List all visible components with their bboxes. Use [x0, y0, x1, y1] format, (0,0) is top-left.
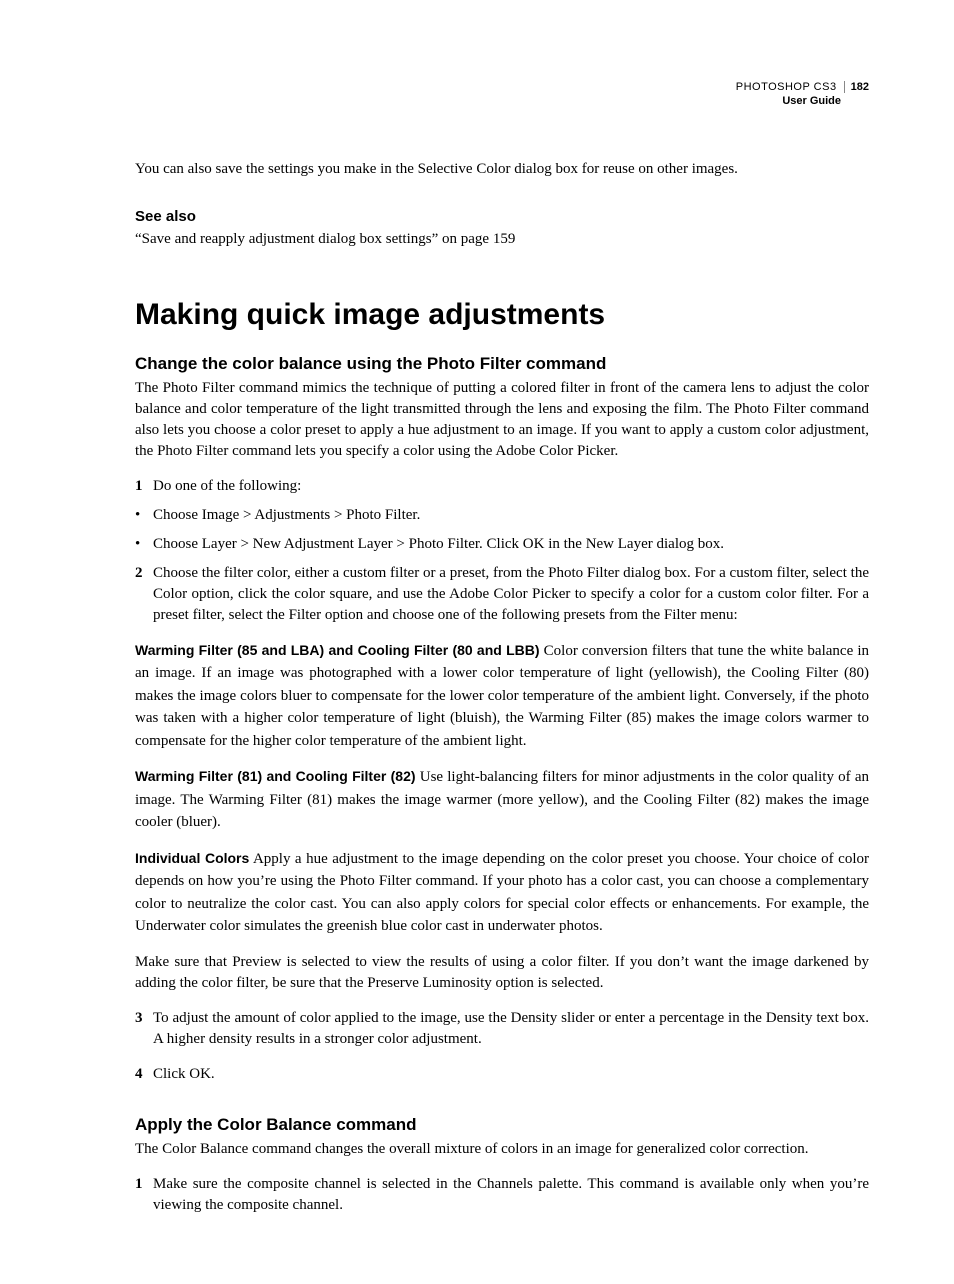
step-text: Do one of the following: [153, 476, 869, 497]
term-label: Individual Colors [135, 850, 249, 866]
step-text: Choose the filter color, either a custom… [153, 563, 869, 626]
term-warming-81: Warming Filter (81) and Cooling Filter (… [135, 766, 869, 834]
see-also-heading: See also [135, 208, 869, 225]
subsection-heading-photo-filter: Change the color balance using the Photo… [135, 354, 869, 374]
term-individual-colors: Individual Colors Apply a hue adjustment… [135, 848, 869, 938]
step-marker: 1 [135, 476, 153, 497]
step-4: 4 Click OK. [135, 1064, 869, 1085]
bullet-marker: • [135, 534, 153, 555]
step-marker: 3 [135, 1008, 153, 1050]
step-2: 2 Choose the filter color, either a cust… [135, 563, 869, 626]
bullet-text: Choose Image > Adjustments > Photo Filte… [153, 505, 869, 526]
bullet-item: • Choose Layer > New Adjustment Layer > … [135, 534, 869, 555]
cb-step-1: 1 Make sure the composite channel is sel… [135, 1174, 869, 1216]
step-text: Click OK. [153, 1064, 869, 1085]
step-3: 3 To adjust the amount of color applied … [135, 1008, 869, 1050]
step-1: 1 Do one of the following: [135, 476, 869, 497]
step-marker: 2 [135, 563, 153, 626]
page-number: 182 [844, 81, 869, 93]
subsection-heading-color-balance: Apply the Color Balance command [135, 1115, 869, 1135]
step-text: Make sure the composite channel is selec… [153, 1174, 869, 1216]
header-subtitle: User Guide [135, 94, 869, 108]
bullet-item: • Choose Image > Adjustments > Photo Fil… [135, 505, 869, 526]
term-label: Warming Filter (85 and LBA) and Cooling … [135, 642, 540, 658]
header-line-1: PHOTOSHOP CS3 182 [736, 80, 869, 94]
step-marker: 4 [135, 1064, 153, 1085]
document-page: PHOTOSHOP CS3 182 User Guide You can als… [0, 0, 954, 1284]
term-label: Warming Filter (81) and Cooling Filter (… [135, 768, 416, 784]
preview-note: Make sure that Preview is selected to vi… [135, 952, 869, 994]
step-marker: 1 [135, 1174, 153, 1216]
section-title: Making quick image adjustments [135, 298, 869, 332]
step-text: To adjust the amount of color applied to… [153, 1008, 869, 1050]
bullet-text: Choose Layer > New Adjustment Layer > Ph… [153, 534, 869, 555]
see-also-link[interactable]: “Save and reapply adjustment dialog box … [135, 229, 869, 250]
color-balance-intro: The Color Balance command changes the ov… [135, 1139, 869, 1160]
page-header: PHOTOSHOP CS3 182 User Guide [135, 80, 869, 109]
bullet-marker: • [135, 505, 153, 526]
term-warming-85: Warming Filter (85 and LBA) and Cooling … [135, 640, 869, 753]
product-name: PHOTOSHOP CS3 [736, 81, 837, 93]
intro-paragraph: You can also save the settings you make … [135, 159, 869, 180]
term-text: Color conversion filters that tune the w… [135, 643, 869, 749]
photo-filter-intro: The Photo Filter command mimics the tech… [135, 378, 869, 462]
